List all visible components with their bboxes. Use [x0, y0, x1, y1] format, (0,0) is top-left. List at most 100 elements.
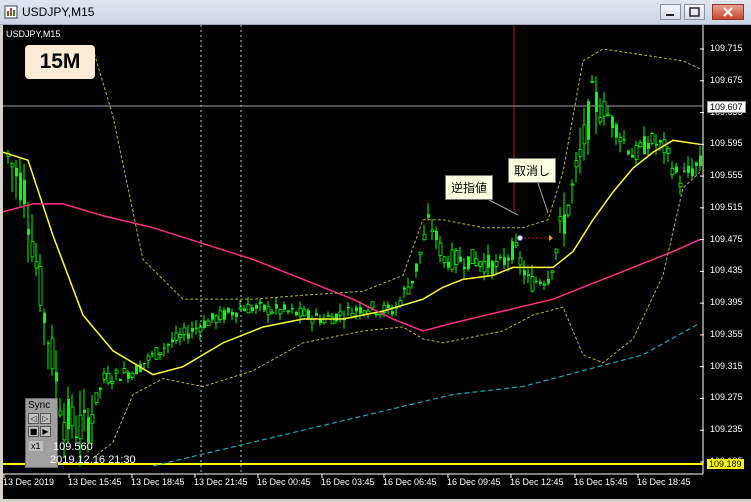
candle-bull [370, 301, 375, 309]
maximize-button[interactable] [684, 4, 705, 20]
window-title: USDJPY,M15 [22, 5, 95, 19]
candle-bull [482, 260, 487, 273]
candle-bull [38, 266, 43, 306]
candle-bear [119, 379, 122, 381]
candle-bull [174, 332, 179, 341]
current-price-label: 109.607 [707, 101, 746, 113]
candle-bull [338, 311, 343, 316]
candle-bear [227, 307, 230, 313]
price-chart[interactable]: USDJPY,M15 15M 逆指値 取消し Sync ◁ ▷ ■ ▶ x1 1… [3, 25, 751, 499]
candle-bear [463, 266, 466, 270]
stop-order-annotation: 逆指値 [445, 175, 494, 200]
candle-bull [530, 275, 535, 292]
candle-bull [114, 369, 119, 374]
candle-bull [10, 163, 15, 168]
candle-bear [315, 312, 318, 316]
candle-bull [618, 137, 623, 142]
close-button[interactable] [712, 4, 744, 20]
candle-bull [422, 233, 427, 241]
candle-bull [474, 258, 479, 266]
ma-very-long-line [152, 322, 701, 467]
candle-bull [566, 205, 571, 216]
candle-bear [435, 230, 438, 240]
terminal-window: USDJPY,M15 USDJPY,M15 15M 逆指値 取消し Sync ◁… [0, 0, 751, 502]
candle-bear [47, 342, 50, 344]
candle-bull [130, 372, 135, 378]
candle-bull [266, 305, 271, 316]
ma-short-line [3, 139, 701, 376]
step-back-button[interactable]: ◁ [28, 413, 39, 424]
candle-bear [275, 304, 278, 309]
stop-order-marker [517, 235, 523, 242]
candle-bear [427, 214, 430, 218]
candle-bull [178, 334, 183, 338]
candle-bear [615, 124, 618, 138]
price-tick-label: 109.595 [710, 138, 743, 149]
candle-bear [387, 304, 390, 308]
price-tick-label: 109.515 [710, 201, 743, 212]
candle-bull [570, 183, 575, 186]
candle-bull [650, 133, 655, 144]
candle-bull [298, 307, 303, 317]
candle-bull [158, 352, 163, 355]
candle-bull [450, 249, 455, 270]
candle-bull [206, 320, 211, 327]
candle-bull [62, 422, 67, 441]
candle-bull [470, 249, 475, 264]
candle-bull [670, 167, 675, 176]
candle-bear [87, 417, 90, 443]
candle-bull [550, 270, 555, 274]
candle-bull [238, 307, 243, 310]
candle-bull [438, 242, 443, 256]
price-tick-label: 109.435 [710, 265, 743, 276]
time-tick-label: 16 Dec 09:45 [447, 477, 501, 487]
chart-symbol-label: USDJPY,M15 [6, 29, 61, 39]
candle-bull [58, 410, 63, 416]
candle-bull [330, 316, 335, 325]
minimize-icon [666, 14, 674, 16]
candle-bear [347, 306, 350, 309]
maximize-icon [689, 7, 700, 17]
time-tick-label: 13 Dec 15:45 [68, 477, 122, 487]
candle-bear [191, 327, 194, 332]
time-tick-label: 13 Dec 21:45 [194, 477, 248, 487]
band-upper-line [92, 48, 701, 300]
time-tick-label: 16 Dec 15:45 [574, 477, 628, 487]
candle-bull [50, 337, 55, 370]
speed-indicator[interactable]: x1 [29, 441, 43, 451]
candle-bear [163, 347, 166, 349]
candle-bull [302, 309, 307, 317]
candle-bull [638, 142, 643, 148]
candle-bear [699, 155, 702, 167]
play-button[interactable]: ▶ [40, 426, 51, 437]
candle-bear [83, 409, 86, 414]
candle-bull [146, 355, 151, 361]
candle-bear [647, 143, 650, 150]
chart-canvas [3, 25, 704, 478]
candle-bull [602, 101, 607, 117]
cancel-marker [549, 235, 553, 242]
candle-bear [507, 257, 510, 261]
candle-bull [478, 261, 483, 267]
cancel-pointer [536, 179, 549, 214]
candle-bear [595, 91, 598, 113]
candle-bear [535, 281, 538, 283]
step-forward-button[interactable]: ▷ [40, 413, 51, 424]
candle-bear [151, 353, 154, 355]
candle-bull [258, 301, 263, 304]
stop-button[interactable]: ■ [28, 426, 39, 437]
candle-bull [406, 286, 411, 295]
candle-bear [251, 307, 254, 312]
candle-bear [291, 308, 294, 310]
candle-bear [459, 256, 462, 262]
candle-bear [447, 261, 450, 268]
candle-bull [542, 283, 547, 286]
candle-bull [30, 241, 35, 258]
minimize-button[interactable] [660, 4, 681, 20]
price-tick-label: 109.675 [710, 74, 743, 85]
candle-bull [598, 116, 603, 123]
candle-bear [675, 166, 678, 173]
candle-bear [355, 307, 358, 312]
candle-bull [214, 315, 219, 324]
candle-bear [587, 101, 590, 140]
